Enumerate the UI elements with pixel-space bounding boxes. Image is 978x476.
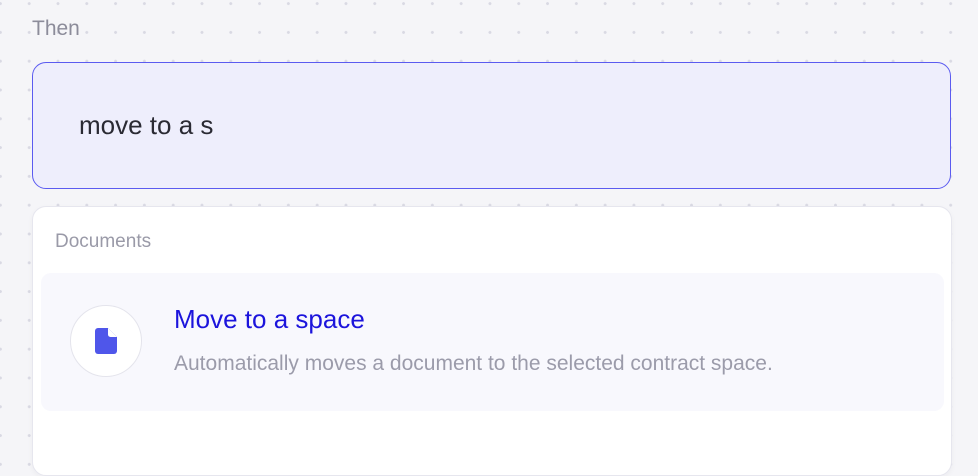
option-title: Move to a space (174, 304, 365, 334)
document-icon (95, 328, 117, 354)
option-description: Automatically moves a document to the se… (174, 352, 773, 375)
option-icon-container (70, 305, 142, 377)
section-label-then: Then (32, 17, 80, 40)
action-search-input[interactable] (79, 110, 859, 141)
suggestions-dropdown: Documents Move to a space Automatically … (32, 206, 952, 476)
action-search-box[interactable] (32, 62, 951, 189)
group-label-documents: Documents (55, 231, 152, 252)
option-move-to-space[interactable]: Move to a space Automatically moves a do… (41, 273, 944, 411)
